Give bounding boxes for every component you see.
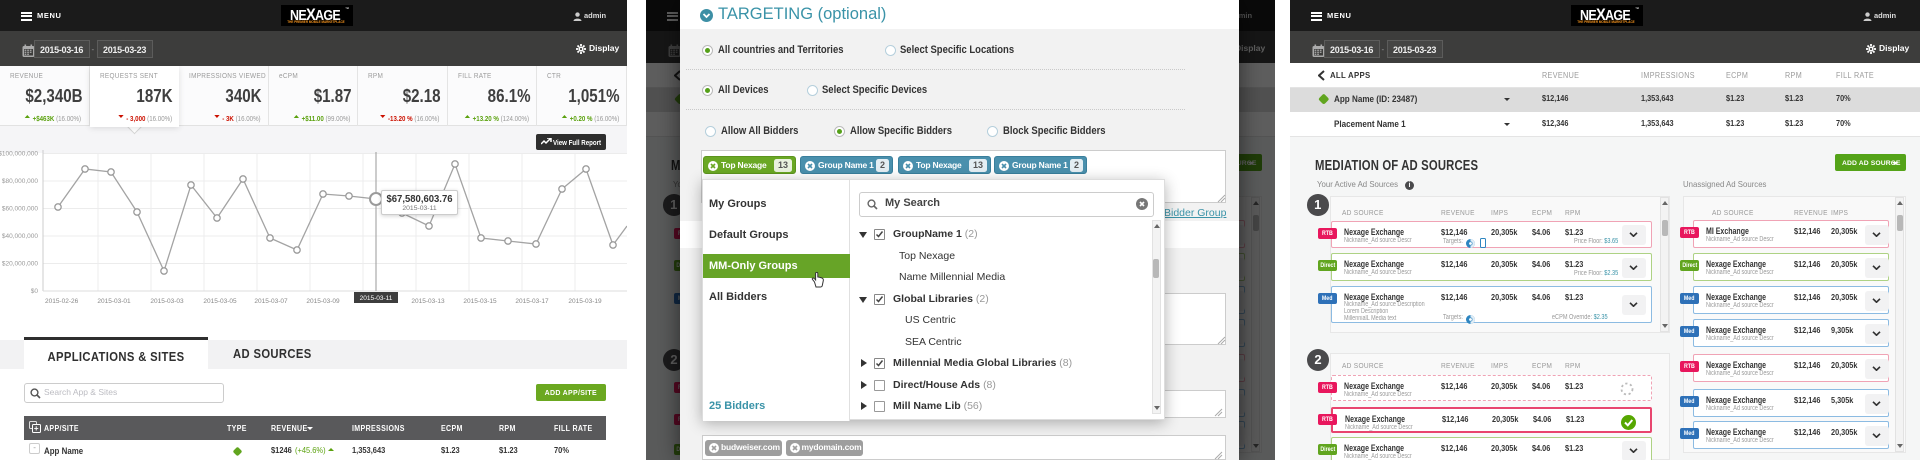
svg-text:$20,000,000: $20,000,000 (2, 261, 39, 268)
svg-text:$100,000,000: $100,000,000 (0, 151, 38, 158)
svg-text:$80,000,000: $80,000,000 (2, 178, 39, 185)
svg-text:2015-03-13: 2015-03-13 (411, 298, 445, 305)
svg-text:2015-02-26: 2015-02-26 (45, 298, 79, 305)
svg-text:2015-03-17: 2015-03-17 (515, 298, 549, 305)
svg-text:2015-03-01: 2015-03-01 (97, 298, 131, 305)
svg-text:2015-03-11: 2015-03-11 (360, 295, 393, 302)
svg-text:2015-03-03: 2015-03-03 (150, 298, 184, 305)
svg-text:2015-03-05: 2015-03-05 (203, 298, 237, 305)
svg-text:2015-03-15: 2015-03-15 (463, 298, 497, 305)
svg-text:$60,000,000: $60,000,000 (2, 206, 39, 213)
svg-text:2015-03-09: 2015-03-09 (306, 298, 340, 305)
svg-text:2015-03-07: 2015-03-07 (254, 298, 288, 305)
svg-text:$40,000,000: $40,000,000 (2, 233, 39, 240)
svg-text:$0: $0 (31, 288, 39, 295)
svg-text:2015-03-19: 2015-03-19 (568, 298, 602, 305)
